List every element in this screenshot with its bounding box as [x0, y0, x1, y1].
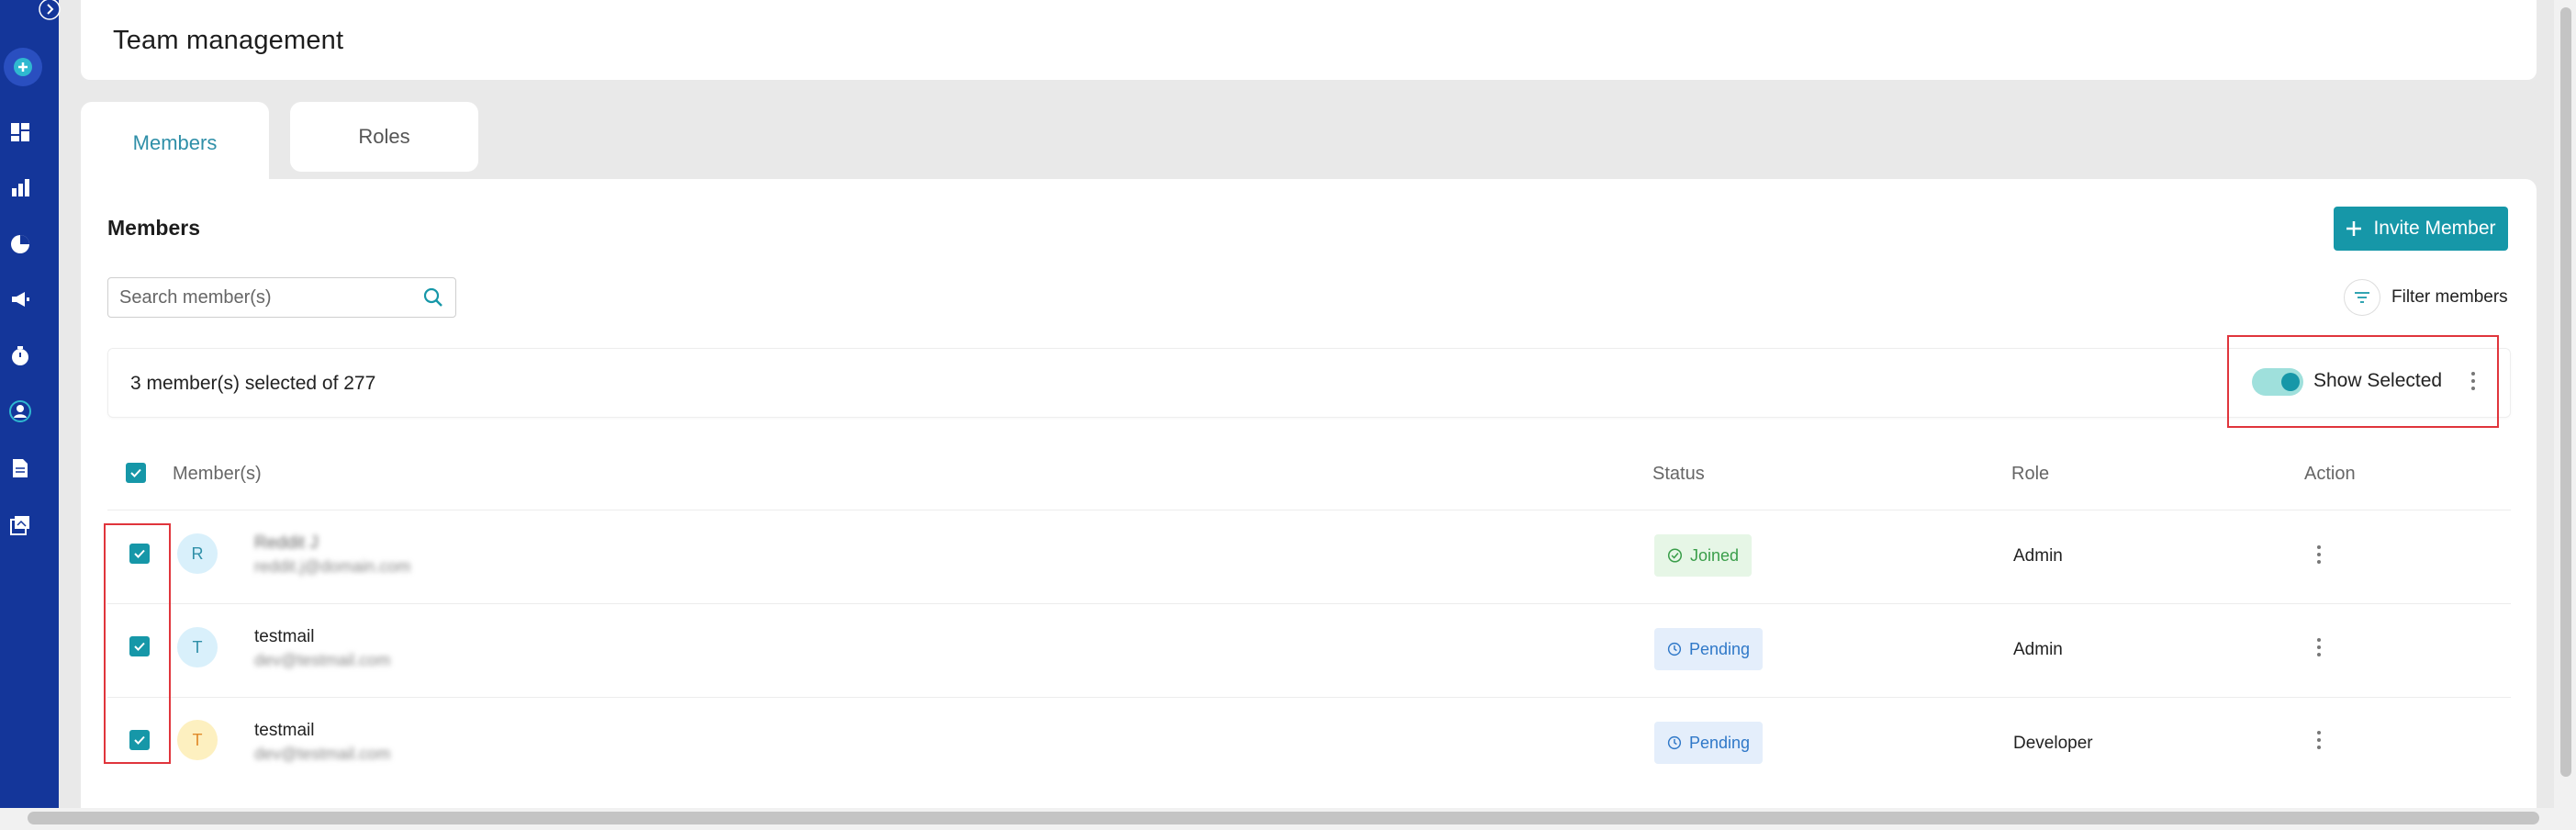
- search-input[interactable]: [119, 287, 395, 308]
- pie-chart-icon[interactable]: [7, 231, 33, 257]
- members-panel: Members Invite Member Filter members 3 m…: [81, 179, 2537, 813]
- sidebar: [0, 0, 61, 830]
- status-label: Pending: [1688, 733, 1750, 752]
- avatar: R: [177, 533, 218, 574]
- status-badge: Pending: [1654, 628, 1763, 670]
- row-actions-menu-icon[interactable]: [2313, 543, 2324, 566]
- role-label: Admin: [2013, 640, 2063, 659]
- tab-roles[interactable]: Roles: [290, 102, 478, 172]
- clock-icon: [1667, 735, 1682, 750]
- member-name: testmail: [254, 721, 315, 740]
- selection-bar: 3 member(s) selected of 277: [107, 348, 2511, 418]
- clock-icon: [1667, 642, 1682, 656]
- plus-icon: [2346, 221, 2362, 236]
- status-badge: Joined: [1654, 534, 1752, 577]
- status-label: Pending: [1688, 639, 1750, 658]
- bar-chart-icon[interactable]: [7, 174, 33, 200]
- dashboard-icon[interactable]: [7, 119, 33, 145]
- search-icon[interactable]: [422, 286, 444, 313]
- column-header-role: Role: [2011, 464, 2050, 484]
- status-label: Joined: [1689, 545, 1739, 565]
- filter-label: Filter members: [2391, 287, 2508, 307]
- invite-member-button[interactable]: Invite Member: [2334, 207, 2508, 251]
- megaphone-icon[interactable]: [7, 286, 33, 312]
- show-selected-label: Show Selected: [2313, 370, 2443, 391]
- role-label: Developer: [2013, 734, 2093, 753]
- member-email: dev@testmail.com: [254, 745, 391, 763]
- column-header-status: Status: [1652, 464, 1705, 484]
- add-icon[interactable]: [4, 48, 42, 86]
- column-header-action: Action: [2304, 464, 2356, 484]
- avatar: T: [177, 627, 218, 667]
- show-selected-toggle[interactable]: [2252, 368, 2303, 396]
- document-icon[interactable]: [7, 455, 33, 481]
- invite-member-label: Invite Member: [2373, 218, 2496, 239]
- show-selected-control: Show Selected: [2227, 335, 2499, 428]
- status-badge: Pending: [1654, 722, 1763, 764]
- role-label: Admin: [2013, 546, 2063, 566]
- row-actions-menu-icon[interactable]: [2313, 728, 2324, 752]
- filter-members-button[interactable]: Filter members: [2344, 277, 2508, 318]
- section-title: Members: [107, 216, 200, 240]
- member-name: Reddit J: [254, 533, 319, 553]
- selection-count: 3 member(s) selected of 277: [130, 373, 376, 394]
- page-title: Team management: [113, 26, 344, 55]
- column-header-members: Member(s): [173, 464, 262, 484]
- check-icon: [130, 468, 141, 477]
- check-circle-icon: [1667, 548, 1683, 563]
- tab-members[interactable]: Members: [81, 102, 269, 185]
- header: Team management: [81, 0, 2537, 80]
- team-icon[interactable]: [7, 398, 33, 424]
- avatar: T: [177, 720, 218, 760]
- member-email: reddit.j@domain.com: [254, 557, 411, 576]
- horizontal-scroll-thumb[interactable]: [28, 812, 2539, 824]
- expand-sidebar-icon[interactable]: [37, 0, 64, 20]
- search-box: [107, 277, 456, 318]
- member-email: dev@testmail.com: [254, 651, 391, 669]
- select-all-checkbox[interactable]: [126, 463, 146, 483]
- divider: [107, 603, 2511, 604]
- vertical-scroll-thumb[interactable]: [2560, 7, 2571, 777]
- checkbox-highlight: [104, 523, 171, 764]
- member-name: testmail: [254, 627, 315, 646]
- divider: [107, 697, 2511, 698]
- filter-icon: [2344, 279, 2380, 316]
- row-actions-menu-icon[interactable]: [2313, 635, 2324, 659]
- gallery-icon[interactable]: [7, 512, 33, 538]
- timer-icon[interactable]: [7, 343, 33, 369]
- selection-menu-icon[interactable]: [2468, 367, 2479, 395]
